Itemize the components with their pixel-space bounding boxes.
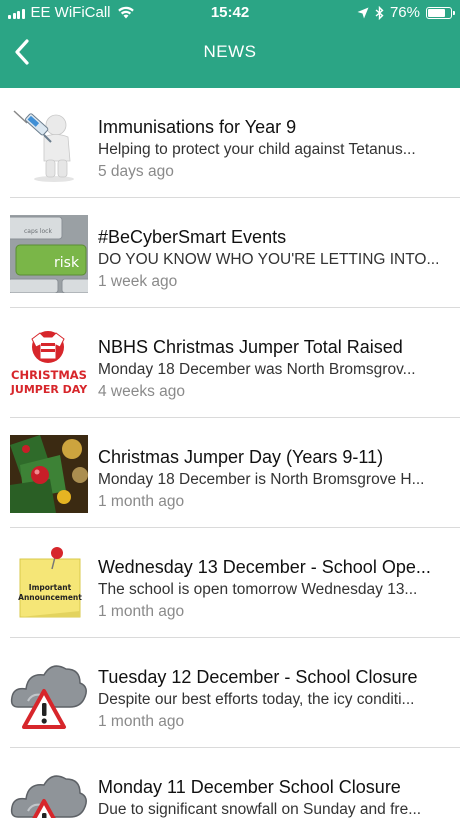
news-time: 1 month ago: [98, 493, 185, 510]
logo-line-1: CHRISTMAS: [11, 368, 87, 382]
immunisation-thumbnail: [10, 105, 88, 183]
news-text: Monday 11 December School Closure Due to…: [98, 776, 448, 818]
christmas-jumper-day-logo: CHRISTMAS JUMPER DAY: [10, 325, 88, 403]
status-right: 76%: [357, 4, 455, 21]
news-text: #BeCyberSmart Events DO YOU KNOW WHO YOU…: [98, 226, 448, 293]
note-line-2: Announcement: [18, 593, 82, 602]
news-summary: Monday 18 December is North Bromsgrove H…: [98, 471, 425, 488]
news-item[interactable]: Tuesday 12 December - School Closure Des…: [0, 638, 460, 748]
news-title: Monday 11 December School Closure: [98, 777, 401, 797]
news-text: NBHS Christmas Jumper Total Raised Monda…: [98, 336, 448, 403]
news-time: 5 days ago: [98, 163, 174, 180]
christmas-tree-thumbnail: [10, 435, 88, 513]
news-title: #BeCyberSmart Events: [98, 227, 287, 247]
battery-icon: [426, 6, 455, 19]
news-title: Immunisations for Year 9: [98, 117, 297, 137]
news-item[interactable]: caps lock risk #BeCyberSmart Events DO Y…: [0, 198, 460, 308]
news-summary: Due to significant snowfall on Sunday an…: [98, 801, 422, 818]
news-item[interactable]: CHRISTMAS JUMPER DAY NBHS Christmas Jump…: [0, 308, 460, 418]
battery-fill: [428, 8, 445, 17]
logo-line-2: JUMPER DAY: [10, 383, 88, 396]
news-time: 1 month ago: [98, 603, 185, 620]
news-summary: Despite our best efforts today, the icy …: [98, 691, 415, 708]
news-item[interactable]: Immunisations for Year 9 Helping to prot…: [0, 88, 460, 198]
news-title: Christmas Jumper Day (Years 9-11): [98, 447, 384, 467]
news-title: Tuesday 12 December - School Closure: [98, 667, 418, 687]
news-text: Wednesday 13 December - School Ope... Th…: [98, 556, 448, 623]
app-header: EE WiFiCall 15:42 76% NEWS: [0, 0, 460, 88]
news-list: Immunisations for Year 9 Helping to prot…: [0, 88, 460, 818]
storm-warning-icon: [10, 655, 88, 733]
news-item[interactable]: Monday 11 December School Closure Due to…: [0, 748, 460, 818]
status-bar: EE WiFiCall 15:42 76%: [0, 0, 460, 24]
storm-warning-icon: [10, 765, 88, 818]
news-summary: Helping to protect your child against Te…: [98, 141, 416, 158]
news-summary: The school is open tomorrow Wednesday 13…: [98, 581, 418, 598]
location-arrow-icon: [357, 7, 369, 18]
cyber-risk-keyboard-thumbnail: caps lock risk: [10, 215, 88, 293]
news-time: 1 week ago: [98, 273, 178, 290]
important-announcement-note: Important Announcement: [10, 545, 88, 623]
news-title: Wednesday 13 December - School Ope...: [98, 557, 431, 577]
news-text: Christmas Jumper Day (Years 9-11) Monday…: [98, 446, 448, 513]
key-risk-text: risk: [54, 255, 80, 271]
news-time: 4 weeks ago: [98, 383, 186, 400]
news-text: Immunisations for Year 9 Helping to prot…: [98, 116, 448, 183]
news-item[interactable]: Important Announcement Wednesday 13 Dece…: [0, 528, 460, 638]
note-line-1: Important: [29, 583, 72, 592]
page-title: NEWS: [203, 42, 257, 61]
news-item[interactable]: Christmas Jumper Day (Years 9-11) Monday…: [0, 418, 460, 528]
news-summary: Monday 18 December was North Bromsgrov..…: [98, 361, 416, 378]
news-time: 1 month ago: [98, 713, 185, 730]
news-title: NBHS Christmas Jumper Total Raised: [98, 337, 403, 357]
nav-bar: NEWS: [0, 24, 460, 80]
news-summary: DO YOU KNOW WHO YOU'RE LETTING INTO...: [98, 251, 440, 268]
bluetooth-icon: [375, 5, 384, 20]
news-text: Tuesday 12 December - School Closure Des…: [98, 666, 448, 733]
battery-percent: 76%: [389, 4, 420, 21]
key-caps-lock-text: caps lock: [24, 228, 52, 235]
